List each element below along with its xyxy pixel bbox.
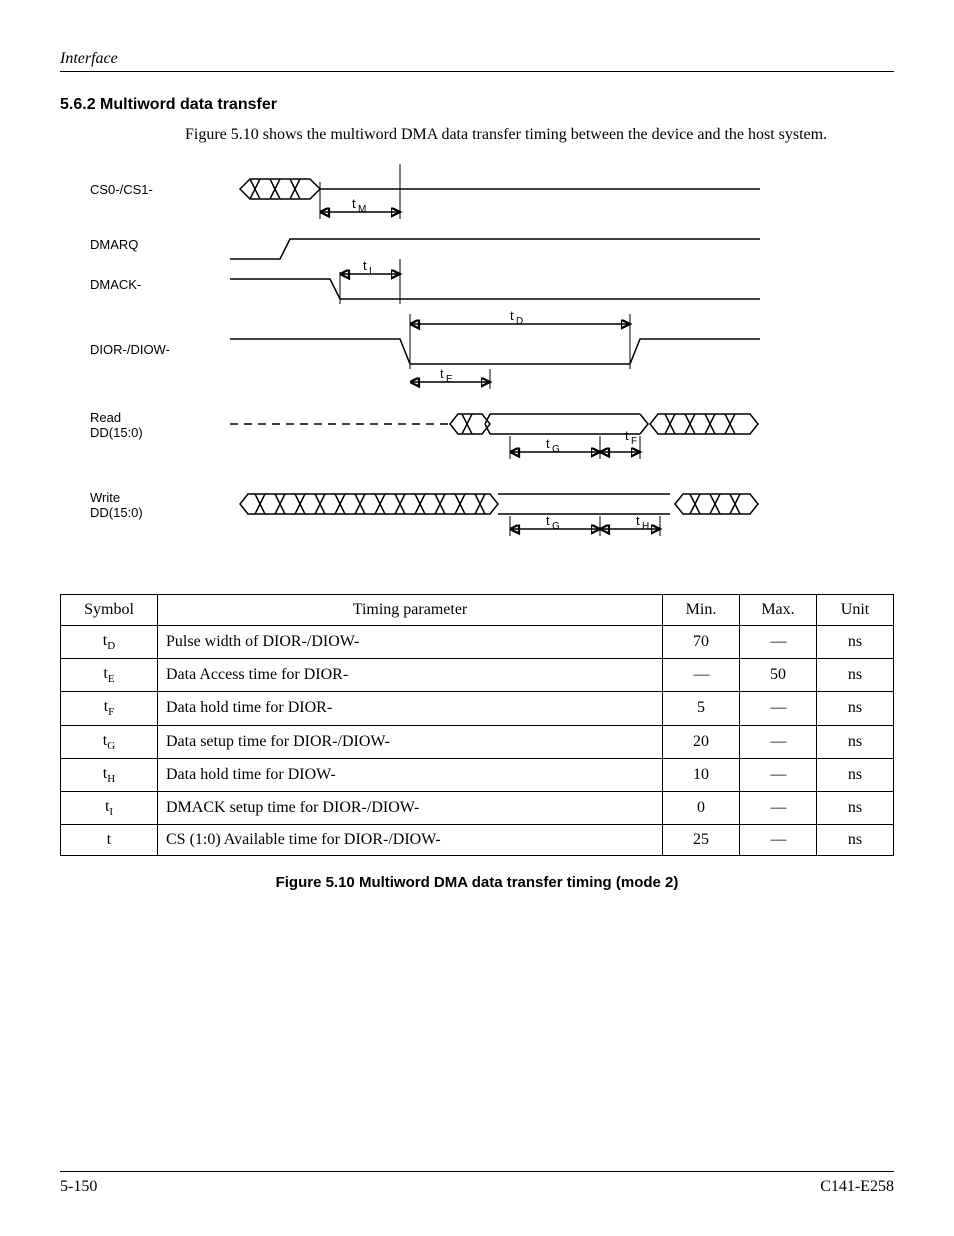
cell-max: — — [740, 825, 817, 856]
section-heading: 5.6.2 Multiword data transfer — [60, 96, 894, 114]
svg-text:DD(15:0): DD(15:0) — [90, 425, 143, 440]
cell-min: 25 — [663, 825, 740, 856]
svg-text:t: t — [636, 513, 640, 528]
cell-param: Data Access time for DIOR- — [158, 659, 663, 692]
cell-max: — — [740, 725, 817, 758]
th-max: Max. — [740, 595, 817, 626]
svg-text:Write: Write — [90, 490, 120, 505]
cell-min: 0 — [663, 791, 740, 824]
th-unit: Unit — [817, 595, 894, 626]
label-tE: E — [446, 374, 453, 385]
cell-symbol: tD — [61, 626, 158, 659]
cell-min: 10 — [663, 758, 740, 791]
label-tH: H — [642, 521, 649, 532]
cell-param: Pulse width of DIOR-/DIOW- — [158, 626, 663, 659]
label-cs: CS0-/CS1- — [90, 182, 153, 197]
cell-max: — — [740, 692, 817, 725]
th-min: Min. — [663, 595, 740, 626]
th-symbol: Symbol — [61, 595, 158, 626]
table-row: tEData Access time for DIOR-—50ns — [61, 659, 894, 692]
table-row: tIDMACK setup time for DIOR-/DIOW-0—ns — [61, 791, 894, 824]
running-header: Interface — [60, 50, 894, 72]
table-row: tGData setup time for DIOR-/DIOW-20—ns — [61, 725, 894, 758]
cell-unit: ns — [817, 825, 894, 856]
svg-text:t: t — [352, 196, 356, 211]
cell-max: — — [740, 758, 817, 791]
table-row: tFData hold time for DIOR-5—ns — [61, 692, 894, 725]
label-tI: I — [369, 266, 372, 277]
cell-min: — — [663, 659, 740, 692]
cell-max: — — [740, 791, 817, 824]
cell-symbol: tH — [61, 758, 158, 791]
cell-symbol: tI — [61, 791, 158, 824]
cell-unit: ns — [817, 791, 894, 824]
cell-min: 5 — [663, 692, 740, 725]
label-tG-write: G — [552, 521, 560, 532]
cell-unit: ns — [817, 626, 894, 659]
label-dmarq: DMARQ — [90, 237, 138, 252]
cell-min: 20 — [663, 725, 740, 758]
label-dmack: DMACK- — [90, 277, 141, 292]
cell-unit: ns — [817, 659, 894, 692]
svg-text:Read: Read — [90, 410, 121, 425]
svg-text:t: t — [546, 436, 550, 451]
label-dior: DIOR-/DIOW- — [90, 342, 170, 357]
cell-unit: ns — [817, 725, 894, 758]
svg-text:t: t — [440, 366, 444, 381]
table-row: tHData hold time for DIOW-10—ns — [61, 758, 894, 791]
intro-paragraph: Figure 5.10 shows the multiword DMA data… — [185, 126, 854, 144]
svg-text:t: t — [625, 428, 629, 443]
footer-page: 5-150 — [60, 1178, 97, 1196]
cell-symbol: t — [61, 825, 158, 856]
cell-param: Data setup time for DIOR-/DIOW- — [158, 725, 663, 758]
cell-symbol: tE — [61, 659, 158, 692]
cell-param: DMACK setup time for DIOR-/DIOW- — [158, 791, 663, 824]
page-footer: 5-150 C141-E258 — [60, 1171, 894, 1196]
svg-text:t: t — [510, 308, 514, 323]
label-tD: D — [516, 316, 523, 327]
cell-min: 70 — [663, 626, 740, 659]
label-tG-read: G — [552, 444, 560, 455]
svg-text:t: t — [363, 258, 367, 273]
cell-param: CS (1:0) Available time for DIOR-/DIOW- — [158, 825, 663, 856]
cell-max: — — [740, 626, 817, 659]
cell-param: Data hold time for DIOW- — [158, 758, 663, 791]
cell-symbol: tG — [61, 725, 158, 758]
cell-max: 50 — [740, 659, 817, 692]
footer-doc: C141-E258 — [820, 1178, 894, 1196]
svg-text:DD(15:0): DD(15:0) — [90, 505, 143, 520]
timing-diagram: .sig { font: 13px Arial, Helvetica, sans… — [80, 164, 874, 564]
table-row: tCS (1:0) Available time for DIOR-/DIOW-… — [61, 825, 894, 856]
cell-param: Data hold time for DIOR- — [158, 692, 663, 725]
table-header-row: Symbol Timing parameter Min. Max. Unit — [61, 595, 894, 626]
cell-unit: ns — [817, 692, 894, 725]
th-param: Timing parameter — [158, 595, 663, 626]
figure-caption: Figure 5.10 Multiword DMA data transfer … — [60, 874, 894, 891]
timing-table: Symbol Timing parameter Min. Max. Unit t… — [60, 594, 894, 856]
label-tF: F — [631, 436, 637, 447]
table-row: tDPulse width of DIOR-/DIOW-70—ns — [61, 626, 894, 659]
cell-unit: ns — [817, 758, 894, 791]
cell-symbol: tF — [61, 692, 158, 725]
svg-text:t: t — [546, 513, 550, 528]
label-tM: M — [358, 204, 366, 215]
